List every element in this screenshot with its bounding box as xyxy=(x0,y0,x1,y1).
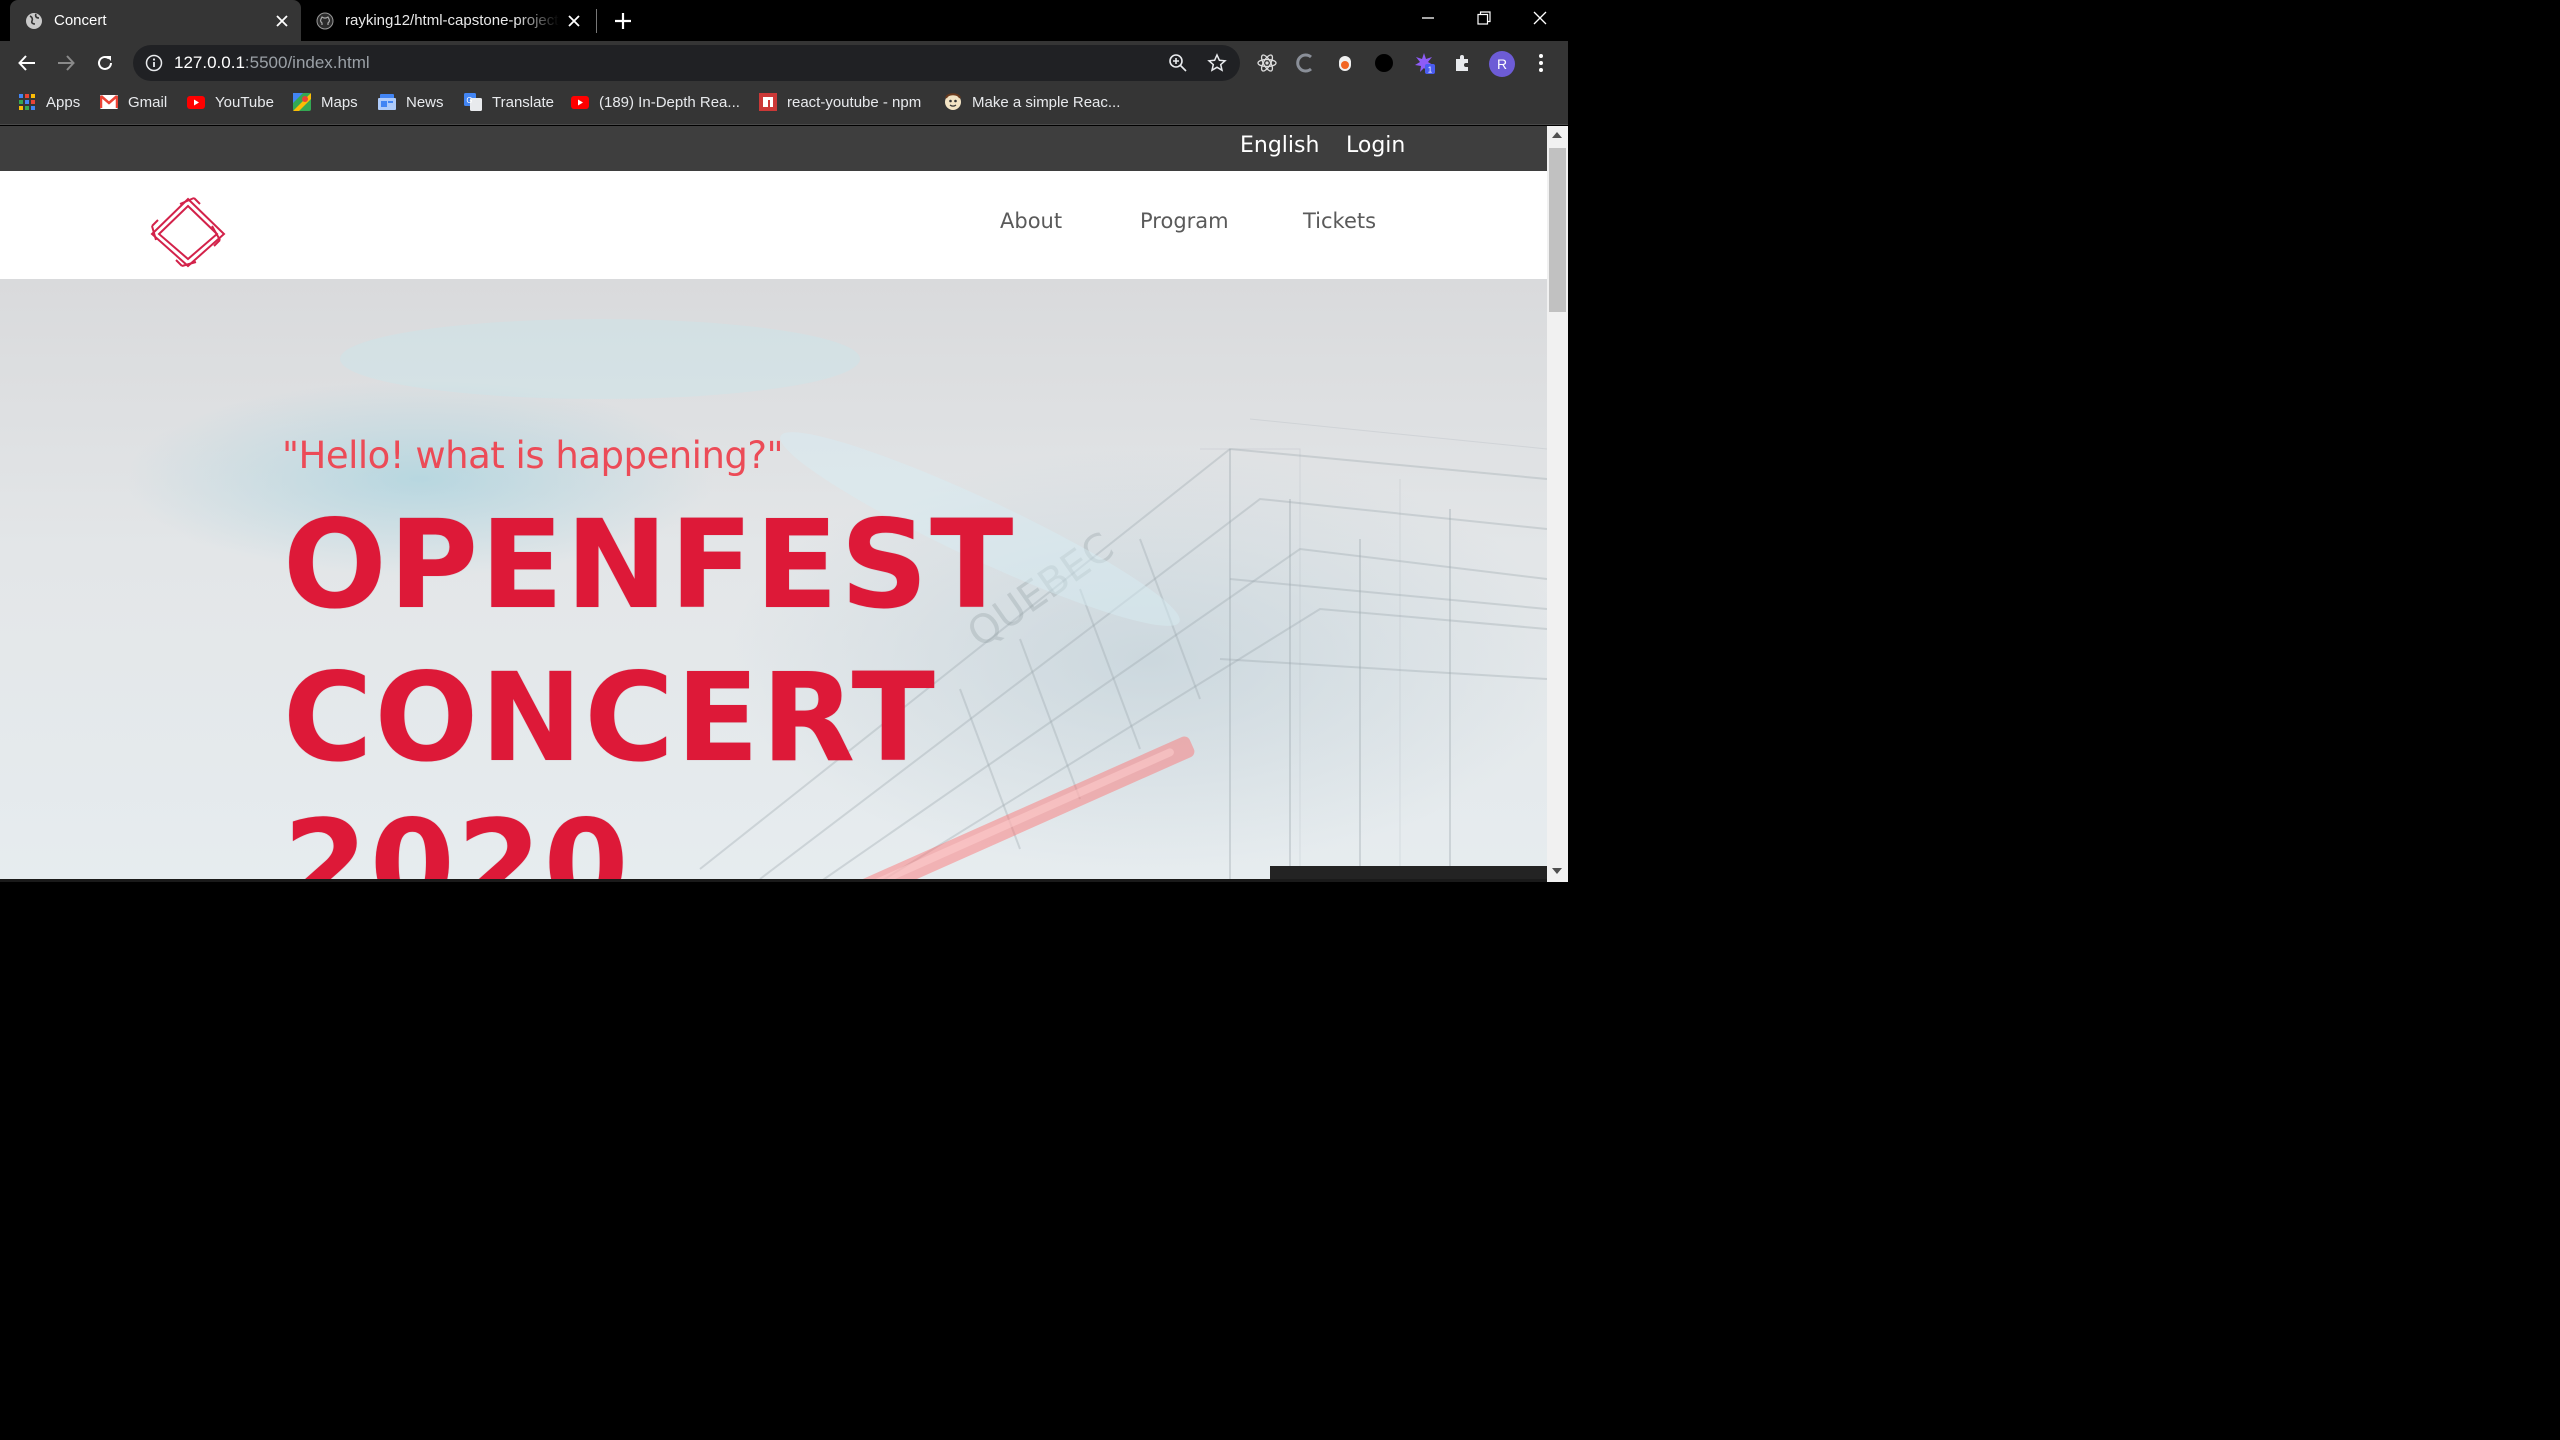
bookmark-label: YouTube xyxy=(215,93,274,111)
top-utility-bar: English Login xyxy=(0,126,1547,171)
maps-icon xyxy=(293,93,311,111)
bookmark-label: Translate xyxy=(492,93,554,111)
window-bottom-edge xyxy=(0,879,1547,882)
new-tab-plus-icon[interactable] xyxy=(607,5,639,37)
minimize-icon[interactable] xyxy=(1400,0,1456,36)
scroll-up-arrow-icon[interactable] xyxy=(1552,132,1562,138)
hero-title-line2: CONCERT xyxy=(283,647,937,789)
url-text: 127.0.0.1:5500/index.html xyxy=(174,53,370,72)
nav-about[interactable]: About xyxy=(1000,209,1062,233)
browser-tab-strip: Concert rayking12/html-capstone-project xyxy=(0,0,1568,41)
svg-text:1: 1 xyxy=(1428,66,1433,75)
close-tab-icon[interactable] xyxy=(559,6,589,36)
hero-quote: "Hello! what is happening?" xyxy=(282,434,784,477)
bookmark-npm[interactable]: react-youtube - npm xyxy=(759,85,921,119)
react-devtools-icon[interactable] xyxy=(1256,52,1278,74)
close-tab-icon[interactable] xyxy=(267,6,297,36)
nav-program[interactable]: Program xyxy=(1140,209,1229,233)
translate-icon: G xyxy=(464,93,482,111)
login-link[interactable]: Login xyxy=(1346,126,1405,166)
forward-arrow-icon[interactable] xyxy=(51,48,81,78)
dev-icon xyxy=(944,93,962,111)
bookmark-star-icon[interactable] xyxy=(1207,53,1227,73)
restore-icon[interactable] xyxy=(1456,0,1512,36)
bookmark-label: Make a simple Reac... xyxy=(972,93,1121,111)
bookmark-maps[interactable]: Maps xyxy=(293,85,358,119)
youtube-icon xyxy=(571,93,589,111)
svg-text:G: G xyxy=(466,96,472,105)
bookmark-label: Maps xyxy=(321,93,358,111)
extension-orange-icon[interactable] xyxy=(1334,52,1356,74)
bookmarks-bar: Apps Gmail YouTube Maps News G Translate… xyxy=(0,85,1568,125)
bookmark-youtube[interactable]: YouTube xyxy=(187,85,274,119)
bookmark-apps[interactable]: Apps xyxy=(18,85,80,119)
bookmark-translate[interactable]: G Translate xyxy=(464,85,554,119)
language-link[interactable]: English xyxy=(1240,126,1319,166)
bookmark-label: react-youtube - npm xyxy=(787,93,922,111)
dark-mode-icon[interactable] xyxy=(1373,52,1395,74)
scroll-down-arrow-icon[interactable] xyxy=(1552,868,1562,874)
main-navigation: About Program Tickets xyxy=(0,171,1547,279)
news-icon xyxy=(378,93,396,111)
page-viewport: English Login About Program Tickets QUEB… xyxy=(0,126,1547,882)
hero-title-line1: OPENFEST xyxy=(283,494,1016,636)
hero-section: QUEBEC "Hello! what is happening?" OPENF… xyxy=(0,279,1547,882)
reload-icon[interactable] xyxy=(90,48,120,78)
bookmark-label: Apps xyxy=(46,93,81,111)
tab-divider xyxy=(596,9,597,33)
bookmark-gmail[interactable]: Gmail xyxy=(100,85,167,119)
scrollbar-thumb[interactable] xyxy=(1549,148,1566,312)
bookmark-label: News xyxy=(406,93,444,111)
apps-grid-icon xyxy=(18,93,36,111)
nav-tickets[interactable]: Tickets xyxy=(1303,209,1376,233)
extension-c-icon[interactable] xyxy=(1295,52,1317,74)
hero-title-line3: 2020 xyxy=(283,794,631,882)
tab-title: rayking12/html-capstone-project xyxy=(345,12,559,29)
zoom-icon[interactable] xyxy=(1168,53,1188,73)
browser-toolbar: 127.0.0.1:5500/index.html 1 R xyxy=(0,41,1568,85)
tab-github[interactable]: rayking12/html-capstone-project xyxy=(303,0,593,41)
tab-title: Concert xyxy=(54,12,107,29)
github-icon xyxy=(316,12,334,30)
bookmark-label: (189) In-Depth Rea... xyxy=(599,93,740,111)
back-arrow-icon[interactable] xyxy=(12,48,42,78)
close-window-icon[interactable] xyxy=(1512,0,1568,36)
page-scrollbar[interactable] xyxy=(1547,126,1568,882)
logo-icon[interactable] xyxy=(148,196,228,268)
bookmark-youtube-video[interactable]: (189) In-Depth Rea... xyxy=(571,85,740,119)
bookmark-dev[interactable]: Make a simple Reac... xyxy=(944,85,1120,119)
address-bar[interactable]: 127.0.0.1:5500/index.html xyxy=(133,45,1240,81)
npm-icon xyxy=(759,93,777,111)
profile-avatar[interactable]: R xyxy=(1489,51,1515,77)
extensions-puzzle-icon[interactable] xyxy=(1452,52,1474,74)
menu-kebab-icon[interactable] xyxy=(1530,52,1552,74)
globe-icon xyxy=(25,12,43,30)
site-info-icon[interactable] xyxy=(145,54,163,77)
gmail-icon xyxy=(100,93,118,111)
extension-burst-icon[interactable]: 1 xyxy=(1413,52,1435,74)
tab-concert[interactable]: Concert xyxy=(10,0,301,41)
youtube-icon xyxy=(187,93,205,111)
bookmark-label: Gmail xyxy=(128,93,168,111)
bookmark-news[interactable]: News xyxy=(378,85,444,119)
